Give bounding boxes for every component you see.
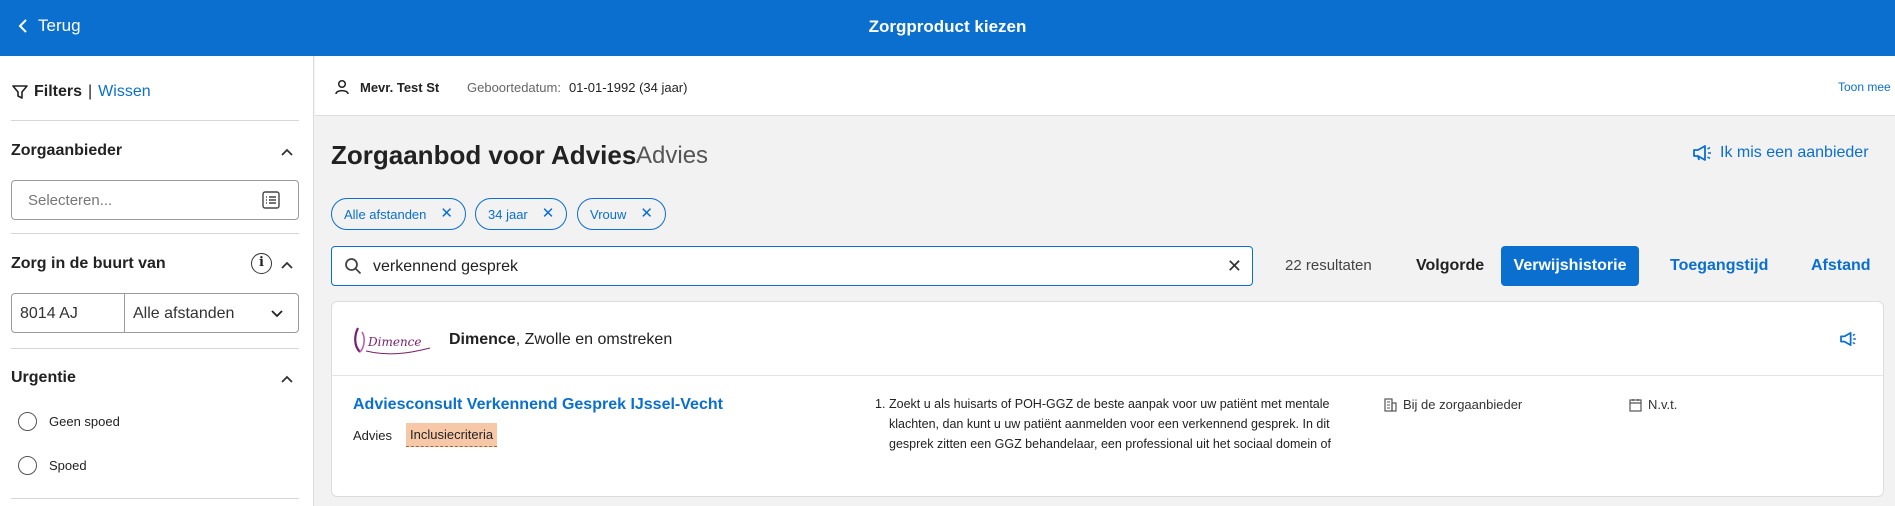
- chip-label: Alle afstanden: [344, 206, 427, 222]
- megaphone-icon[interactable]: [1839, 332, 1857, 346]
- sort-verwijshistorie-button[interactable]: Verwijshistorie: [1501, 246, 1639, 286]
- provider-region: , Zwolle en omstreken: [515, 331, 673, 348]
- search-value: verkennend gesprek: [373, 258, 518, 275]
- clear-filters-link[interactable]: Wissen: [98, 83, 150, 101]
- radio-circle[interactable]: [18, 412, 37, 431]
- megaphone-icon: [1693, 145, 1711, 161]
- product-description: 1. Zoekt u als huisarts of POH-GGZ de be…: [875, 394, 1355, 458]
- chevron-up-icon[interactable]: [280, 258, 294, 272]
- building-icon: [1384, 397, 1397, 412]
- page-title: Zorgproduct kiezen: [868, 17, 1027, 36]
- filters-separator: |: [88, 83, 93, 100]
- provider-name-bold: Dimence: [449, 331, 516, 348]
- postcode-input[interactable]: 8014 AJ: [12, 294, 125, 332]
- filters-label: Filters: [34, 83, 83, 100]
- section-title-zorgaanbieder: Zorgaanbieder: [11, 142, 123, 159]
- top-bar: Terug Zorgproduct kiezen: [0, 0, 1895, 56]
- chevron-down-icon: [271, 310, 283, 318]
- radio-circle[interactable]: [18, 456, 37, 475]
- radio-spoed[interactable]: Spoed: [18, 456, 87, 475]
- divider: [11, 498, 299, 499]
- radio-label: Spoed: [49, 458, 87, 473]
- distance-select[interactable]: Alle afstanden: [125, 294, 298, 332]
- chip-label: 34 jaar: [488, 206, 528, 222]
- filter-chip[interactable]: Alle afstanden ✕: [331, 198, 466, 230]
- section-title-buurt: Zorg in de buurt van: [11, 255, 166, 272]
- main-subtitle: Advies: [636, 142, 709, 169]
- provider-name: Dimence, Zwolle en omstreken: [449, 331, 672, 349]
- radio-geen-spoed[interactable]: Geen spoed: [18, 412, 120, 431]
- show-more-link[interactable]: Toon mee: [1838, 80, 1891, 94]
- location-filter: 8014 AJ Alle afstanden: [11, 293, 299, 333]
- location-text: Bij de zorgaanbieder: [1403, 397, 1523, 412]
- location-info: Bij de zorgaanbieder: [1384, 397, 1522, 412]
- logo-text: Dimence: [367, 335, 422, 349]
- missing-provider-label: Ik mis een aanbieder: [1720, 144, 1869, 161]
- dob-label: Geboortedatum:: [467, 80, 561, 95]
- radio-label: Geen spoed: [49, 414, 120, 429]
- section-title-urgentie: Urgentie: [11, 369, 76, 386]
- provider-select-placeholder: Selecteren...: [28, 192, 113, 209]
- sort-toegangstijd-button[interactable]: Toegangstijd: [1670, 257, 1768, 275]
- missing-provider-button[interactable]: Ik mis een aanbieder: [1692, 144, 1869, 162]
- dob-value: 01-01-1992 (34 jaar): [568, 80, 688, 95]
- filter-chip[interactable]: 34 jaar ✕: [475, 198, 568, 230]
- patient-name: Mevr. Test St: [334, 79, 439, 95]
- close-icon[interactable]: ✕: [440, 206, 453, 221]
- divider: [11, 348, 299, 349]
- availability-info: N.v.t.: [1629, 397, 1677, 412]
- patient-name-text: Mevr. Test St: [360, 79, 440, 95]
- info-icon[interactable]: i: [251, 253, 272, 274]
- date-of-birth: Geboortedatum: 01-01-1992 (34 jaar): [467, 80, 687, 95]
- close-icon[interactable]: ✕: [640, 206, 653, 221]
- filter-chip[interactable]: Vrouw ✕: [577, 198, 666, 230]
- chevron-up-icon[interactable]: [280, 372, 294, 386]
- search-icon: [345, 258, 362, 275]
- result-card: Dimence Dimence, Zwolle en omstreken Adv…: [331, 301, 1884, 497]
- card-header: Dimence Dimence, Zwolle en omstreken: [332, 302, 1883, 376]
- filter-sidebar: Filters | Wissen Zorgaanbieder Selectere…: [0, 56, 314, 506]
- product-title-link[interactable]: Adviesconsult Verkennend Gesprek IJssel-…: [353, 396, 723, 414]
- sort-label: Volgorde: [1416, 257, 1485, 274]
- patient-bar: Mevr. Test St Geboortedatum: 01-01-1992 (…: [315, 56, 1895, 116]
- chip-label: Vrouw: [590, 206, 627, 222]
- distance-select-value: Alle afstanden: [133, 305, 235, 322]
- main-title: Zorgaanbod voor Advies: [331, 140, 637, 170]
- sort-afstand-button[interactable]: Afstand: [1811, 257, 1871, 275]
- availability-text: N.v.t.: [1648, 397, 1678, 412]
- provider-select[interactable]: Selecteren...: [11, 180, 299, 220]
- person-icon: [335, 79, 349, 95]
- dimence-logo: Dimence: [354, 327, 431, 355]
- results-count: 22 resultaten: [1285, 257, 1372, 274]
- list-icon: [262, 191, 280, 209]
- inclusion-criteria-badge[interactable]: Inclusiecriteria: [406, 423, 498, 447]
- divider: [11, 233, 299, 234]
- clear-icon[interactable]: ✕: [1227, 256, 1242, 277]
- search-input[interactable]: verkennend gesprek ✕: [331, 246, 1253, 286]
- filters-header: Filters | Wissen: [12, 83, 151, 101]
- close-icon[interactable]: ✕: [542, 206, 555, 221]
- filter-icon: [12, 85, 28, 99]
- divider: [11, 120, 299, 121]
- product-type: Advies: [353, 428, 393, 443]
- calendar-icon: [1629, 398, 1642, 412]
- description-number: 1.: [875, 397, 886, 411]
- description-text: Zoekt u als huisarts of POH-GGZ de beste…: [889, 397, 1331, 458]
- chevron-up-icon[interactable]: [280, 145, 294, 159]
